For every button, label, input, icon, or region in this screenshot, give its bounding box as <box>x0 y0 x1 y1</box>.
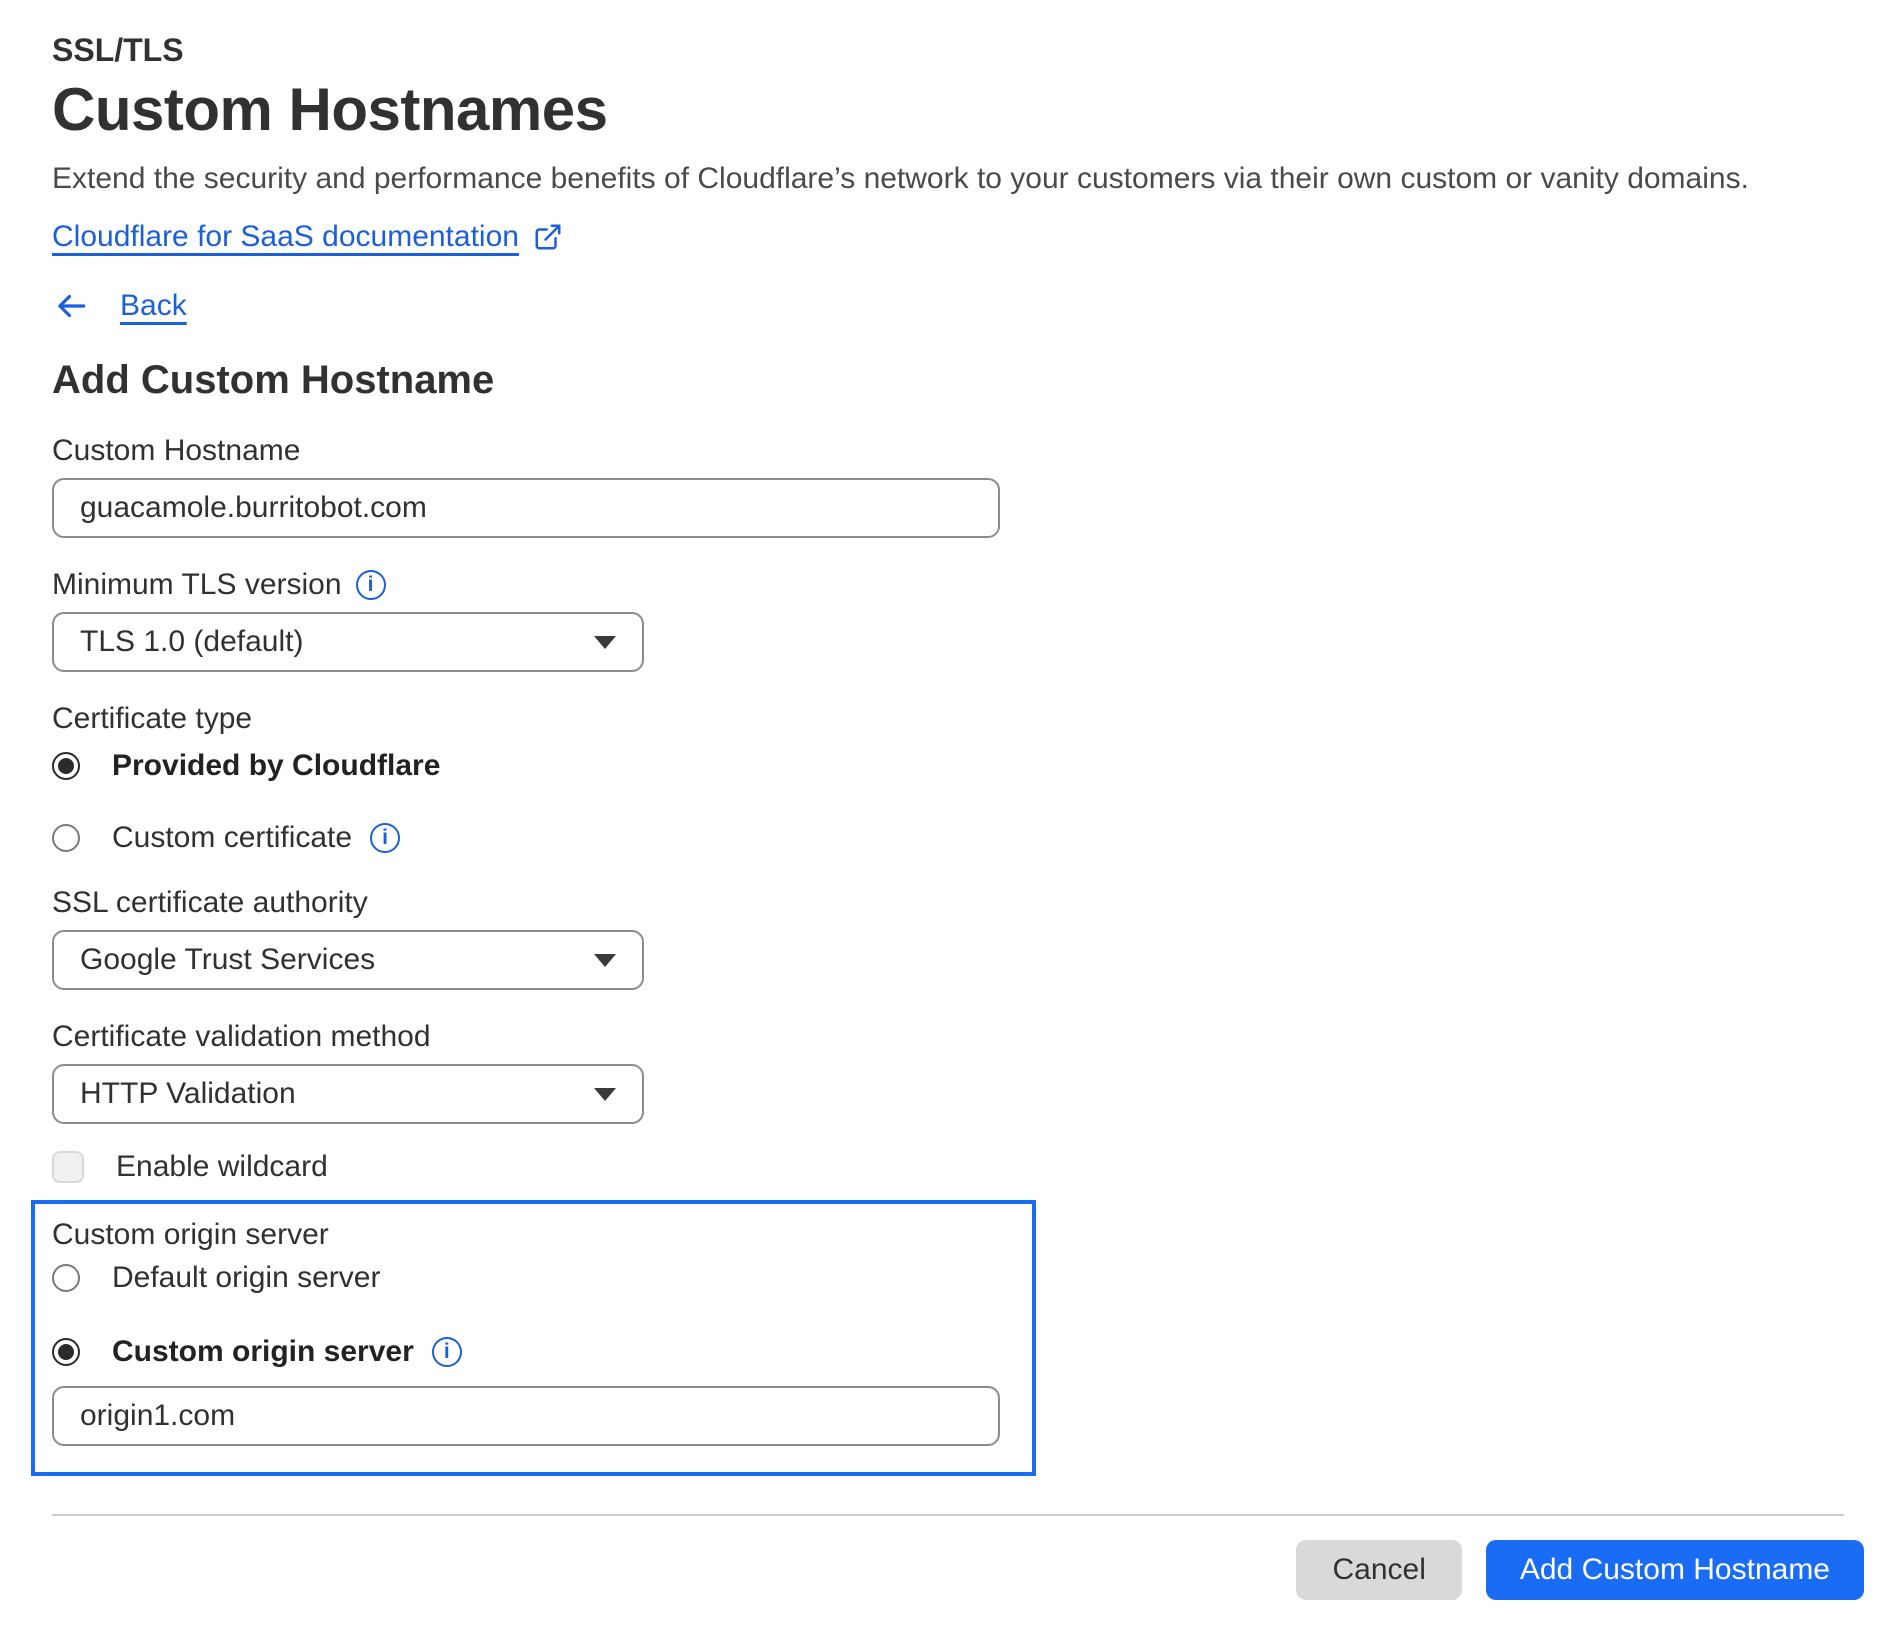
custom-origin-server-input[interactable] <box>52 1386 1000 1446</box>
breadcrumb: SSL/TLS <box>52 30 1844 70</box>
validation-method-label: Certificate validation method <box>52 1020 1844 1054</box>
radio-label[interactable]: Default origin server <box>112 1261 380 1295</box>
ssl-authority-label: SSL certificate authority <box>52 886 1844 920</box>
label-text: Certificate validation method <box>52 1020 431 1054</box>
add-custom-hostname-button[interactable]: Add Custom Hostname <box>1486 1540 1864 1600</box>
caret-down-icon <box>594 954 616 967</box>
ssl-authority-select[interactable]: Google Trust Services <box>52 930 644 990</box>
selected-value: HTTP Validation <box>80 1077 296 1111</box>
selected-value: TLS 1.0 (default) <box>80 625 303 659</box>
selected-value: Google Trust Services <box>80 943 375 977</box>
label-text: Custom Hostname <box>52 434 300 468</box>
cancel-button[interactable]: Cancel <box>1296 1540 1461 1600</box>
caret-down-icon <box>594 1088 616 1101</box>
external-link-icon[interactable] <box>533 222 563 252</box>
radio-row-default-origin-server[interactable]: Default origin server <box>52 1260 1032 1296</box>
label-text: SSL certificate authority <box>52 886 368 920</box>
radio-label[interactable]: Custom origin server <box>112 1335 414 1369</box>
radio-button[interactable] <box>52 824 80 852</box>
radio-label[interactable]: Provided by Cloudflare <box>112 749 440 783</box>
custom-hostname-input[interactable] <box>52 478 1000 538</box>
min-tls-label: Minimum TLS version i <box>52 568 1844 602</box>
page-description: Extend the security and performance bene… <box>52 160 1844 198</box>
info-icon[interactable]: i <box>356 570 386 600</box>
radio-row-custom-origin-server[interactable]: Custom origin server i <box>52 1334 1032 1370</box>
saas-documentation-link[interactable]: Cloudflare for SaaS documentation <box>52 218 519 256</box>
divider <box>52 1514 1844 1516</box>
caret-down-icon <box>594 636 616 649</box>
checkbox-label[interactable]: Enable wildcard <box>116 1150 328 1184</box>
label-text: Custom origin server <box>52 1218 329 1252</box>
radio-row-custom-certificate[interactable]: Custom certificate i <box>52 820 1844 856</box>
custom-hostname-label: Custom Hostname <box>52 434 1844 468</box>
custom-hostnames-page: SSL/TLS Custom Hostnames Extend the secu… <box>0 0 1896 1600</box>
label-text: Minimum TLS version <box>52 568 342 602</box>
enable-wildcard-row[interactable]: Enable wildcard <box>52 1150 1844 1184</box>
doc-link-row: Cloudflare for SaaS documentation <box>52 218 1844 256</box>
certificate-type-label: Certificate type <box>52 702 1844 736</box>
enable-wildcard-checkbox[interactable] <box>52 1151 84 1183</box>
info-icon[interactable]: i <box>370 823 400 853</box>
back-row: Back <box>52 284 1844 328</box>
min-tls-select[interactable]: TLS 1.0 (default) <box>52 612 644 672</box>
back-link[interactable]: Back <box>120 289 187 323</box>
radio-button[interactable] <box>52 752 80 780</box>
validation-method-select[interactable]: HTTP Validation <box>52 1064 644 1124</box>
radio-label[interactable]: Custom certificate <box>112 821 352 855</box>
back-arrow-icon[interactable] <box>52 287 90 325</box>
page-title: Custom Hostnames <box>52 78 1844 142</box>
radio-row-provided-by-cloudflare[interactable]: Provided by Cloudflare <box>52 748 1844 784</box>
form-heading: Add Custom Hostname <box>52 356 1844 404</box>
label-text: Certificate type <box>52 702 252 736</box>
radio-button[interactable] <box>52 1338 80 1366</box>
info-icon[interactable]: i <box>432 1337 462 1367</box>
custom-origin-server-section: Custom origin server Default origin serv… <box>31 1200 1036 1476</box>
form-actions: Cancel Add Custom Hostname <box>52 1540 1864 1600</box>
custom-origin-server-label: Custom origin server <box>52 1218 1032 1252</box>
radio-button[interactable] <box>52 1264 80 1292</box>
